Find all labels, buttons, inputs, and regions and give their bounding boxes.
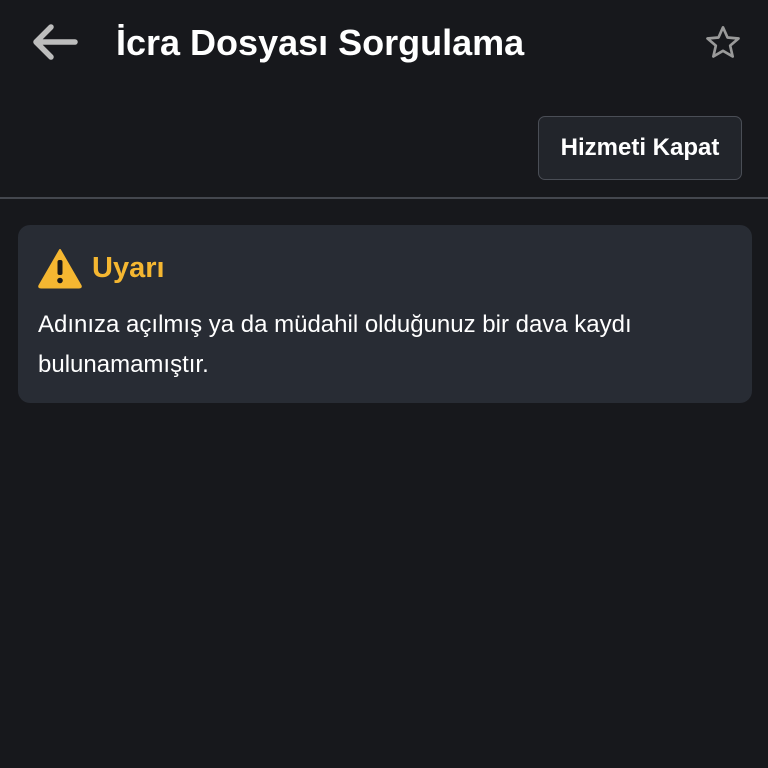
close-service-button[interactable]: Hizmeti Kapat [538,116,742,180]
alert-header: Uyarı [36,245,165,291]
arrow-left-icon [29,22,79,67]
back-button[interactable] [26,20,82,68]
warning-alert: Uyarı Adınıza açılmış ya da müdahil oldu… [18,225,752,403]
alert-message: Adınıza açılmış ya da müdahil olduğunuz … [38,311,632,378]
toolbar: Hizmeti Kapat [0,88,768,198]
header-bar: İcra Dosyası Sorgulama [0,0,768,88]
warning-triangle-icon [36,246,84,290]
favorite-button[interactable] [698,20,748,70]
app-screen: İcra Dosyası Sorgulama Hizmeti Kapat Uya… [0,0,768,768]
header-divider [0,197,768,199]
star-outline-icon [703,23,743,68]
page-title: İcra Dosyası Sorgulama [116,22,525,63]
alert-title: Uyarı [92,252,165,284]
